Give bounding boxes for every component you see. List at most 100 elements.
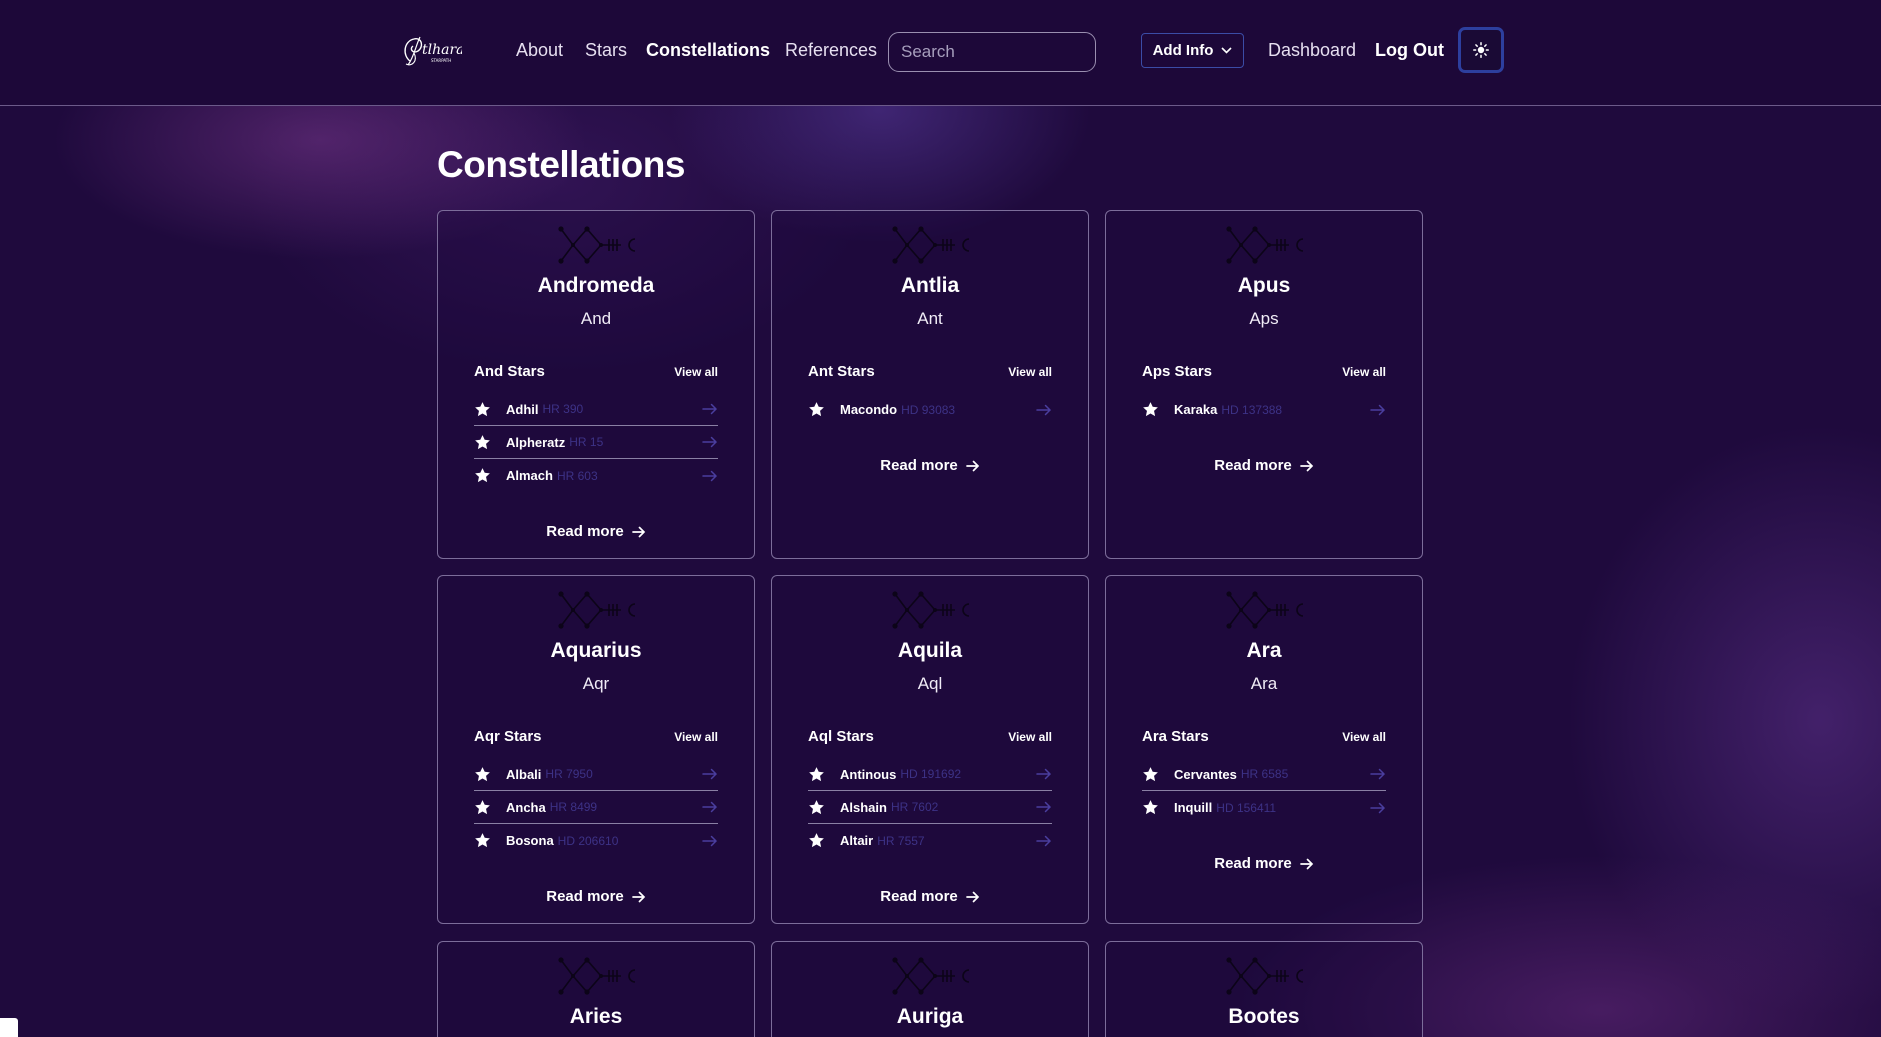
arrow-right-icon[interactable] (702, 835, 718, 847)
read-more-link[interactable]: Read more (1106, 855, 1422, 872)
star-list-item[interactable]: Cervantes HR 6585 (1142, 758, 1386, 791)
star-icon (809, 833, 824, 848)
star-name[interactable]: Cervantes (1174, 767, 1237, 782)
read-more-link[interactable]: Read more (1106, 457, 1422, 474)
nav-references[interactable]: References (785, 38, 877, 62)
view-all-link[interactable]: View all (1342, 365, 1386, 379)
arrow-right-icon[interactable] (1036, 835, 1052, 847)
star-icon (475, 766, 490, 781)
constellation-name[interactable]: Apus (1106, 273, 1422, 299)
arrow-right-icon (1299, 858, 1313, 869)
constellation-abbreviation: Aql (917, 674, 943, 693)
constellation-name[interactable]: Aquarius (438, 638, 754, 664)
star-catalog-id: HR 8499 (549, 800, 598, 814)
chevron-down-icon (1221, 47, 1232, 54)
star-list-item[interactable]: Alpheratz HR 15 (474, 426, 718, 459)
star-list-item[interactable]: Ancha HR 8499 (474, 791, 718, 824)
star-name[interactable]: Alshain (840, 800, 887, 815)
arrow-right-icon[interactable] (1036, 801, 1052, 813)
view-all-link[interactable]: View all (1008, 365, 1052, 379)
constellation-diagram-icon (892, 591, 970, 629)
top-navbar: tlhara STARPATH About Stars Constellatio… (0, 0, 1881, 106)
star-list-item[interactable]: Antinous HD 191692 (808, 758, 1052, 791)
star-catalog-id: HR 7602 (890, 800, 939, 814)
theme-toggle-button[interactable] (1458, 27, 1504, 73)
read-more-link[interactable]: Read more (438, 888, 754, 905)
arrow-right-icon[interactable] (702, 801, 718, 813)
star-name[interactable]: Albali (506, 767, 541, 782)
arrow-right-icon[interactable] (702, 768, 718, 780)
star-name[interactable]: Altair (840, 833, 873, 848)
star-list: Karaka HD 137388 (1142, 393, 1386, 426)
read-more-label: Read more (880, 457, 958, 474)
arrow-right-icon[interactable] (1370, 768, 1386, 780)
star-list-item[interactable]: Bosona HD 206610 (474, 824, 718, 857)
nav-about[interactable]: About (516, 38, 563, 62)
star-list-item[interactable]: Alshain HR 7602 (808, 791, 1052, 824)
star-catalog-id: HD 93083 (901, 402, 956, 417)
astara-logo-icon[interactable]: tlhara STARPATH (400, 31, 462, 69)
star-list-item[interactable]: Adhil HR 390 (474, 393, 718, 426)
arrow-right-icon[interactable] (702, 470, 718, 482)
star-icon (475, 468, 490, 483)
star-list: Antinous HD 191692 Alshain HR 7602 Altai… (808, 758, 1052, 857)
star-list-item[interactable]: Almach HR 603 (474, 459, 718, 492)
stars-header: And Stars View all (474, 363, 718, 380)
arrow-right-icon[interactable] (1036, 768, 1052, 780)
view-all-link[interactable]: View all (1008, 730, 1052, 744)
nav-stars[interactable]: Stars (585, 38, 627, 62)
view-all-link[interactable]: View all (1342, 730, 1386, 744)
arrow-right-icon[interactable] (1036, 404, 1052, 416)
read-more-link[interactable]: Read more (772, 457, 1088, 474)
star-name[interactable]: Antinous (840, 767, 896, 782)
arrow-right-icon[interactable] (1370, 802, 1386, 814)
constellation-name[interactable]: Aries (438, 1004, 754, 1030)
star-name[interactable]: Inquill (1174, 800, 1212, 815)
read-more-link[interactable]: Read more (438, 523, 754, 540)
read-more-label: Read more (880, 888, 958, 905)
nav-constellations[interactable]: Constellations (646, 38, 770, 62)
arrow-right-icon[interactable] (1370, 404, 1386, 416)
star-icon (809, 799, 824, 814)
constellation-name[interactable]: Andromeda (438, 273, 754, 299)
star-name[interactable]: Ancha (506, 800, 546, 815)
view-all-link[interactable]: View all (674, 730, 718, 744)
nav-logout[interactable]: Log Out (1375, 38, 1444, 62)
star-list: Macondo HD 93083 (808, 393, 1052, 426)
star-name[interactable]: Almach (506, 468, 553, 483)
constellation-name[interactable]: Antlia (772, 273, 1088, 299)
read-more-label: Read more (1214, 855, 1292, 872)
star-list: Cervantes HR 6585 Inquill HD 156411 (1142, 758, 1386, 824)
constellation-name[interactable]: Ara (1106, 638, 1422, 664)
star-list-item[interactable]: Altair HR 7557 (808, 824, 1052, 857)
arrow-right-icon (965, 460, 979, 471)
constellation-diagram-icon (892, 957, 970, 995)
constellation-name[interactable]: Bootes (1106, 1004, 1422, 1030)
star-name[interactable]: Bosona (506, 833, 554, 848)
star-list-item[interactable]: Macondo HD 93083 (808, 393, 1052, 426)
arrow-right-icon[interactable] (702, 403, 718, 415)
search-input[interactable] (888, 32, 1096, 72)
star-name[interactable]: Alpheratz (506, 435, 565, 450)
constellation-diagram-icon (558, 591, 636, 629)
corner-widget-icon[interactable] (0, 1018, 18, 1037)
view-all-link[interactable]: View all (674, 365, 718, 379)
star-catalog-id: HD 156411 (1216, 800, 1277, 815)
star-name[interactable]: Adhil (506, 402, 539, 417)
nav-dashboard[interactable]: Dashboard (1268, 38, 1356, 62)
constellation-name[interactable]: Auriga (772, 1004, 1088, 1030)
stars-section-title: And Stars (474, 363, 545, 380)
star-list-item[interactable]: Karaka HD 137388 (1142, 393, 1386, 426)
constellation-abbreviation: Aps (1249, 309, 1279, 328)
constellation-card: Aquila Aql Aql Stars View all Antinous H… (771, 575, 1089, 924)
constellation-name[interactable]: Aquila (772, 638, 1088, 664)
read-more-link[interactable]: Read more (772, 888, 1088, 905)
add-info-dropdown-button[interactable]: Add Info (1141, 33, 1244, 68)
star-name[interactable]: Karaka (1174, 402, 1217, 417)
star-catalog-id: HR 603 (556, 468, 598, 483)
arrow-right-icon[interactable] (702, 436, 718, 448)
star-icon (475, 401, 490, 416)
star-name[interactable]: Macondo (840, 402, 897, 417)
star-list-item[interactable]: Inquill HD 156411 (1142, 791, 1386, 824)
star-list-item[interactable]: Albali HR 7950 (474, 758, 718, 791)
